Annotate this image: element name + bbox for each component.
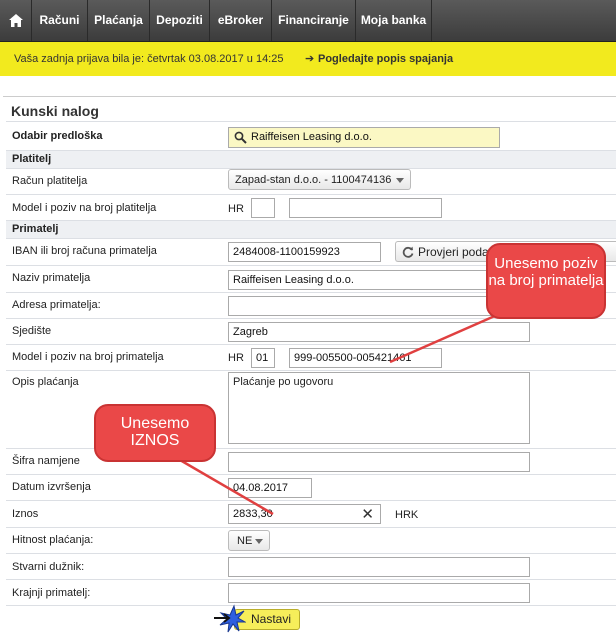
- ref-arrow: [389, 313, 498, 364]
- callout-amount: Unesemo IZNOS: [94, 404, 216, 462]
- callout-reference: Unesemo poziv na broj primatelja: [486, 243, 606, 319]
- amount-arrow: [179, 458, 274, 516]
